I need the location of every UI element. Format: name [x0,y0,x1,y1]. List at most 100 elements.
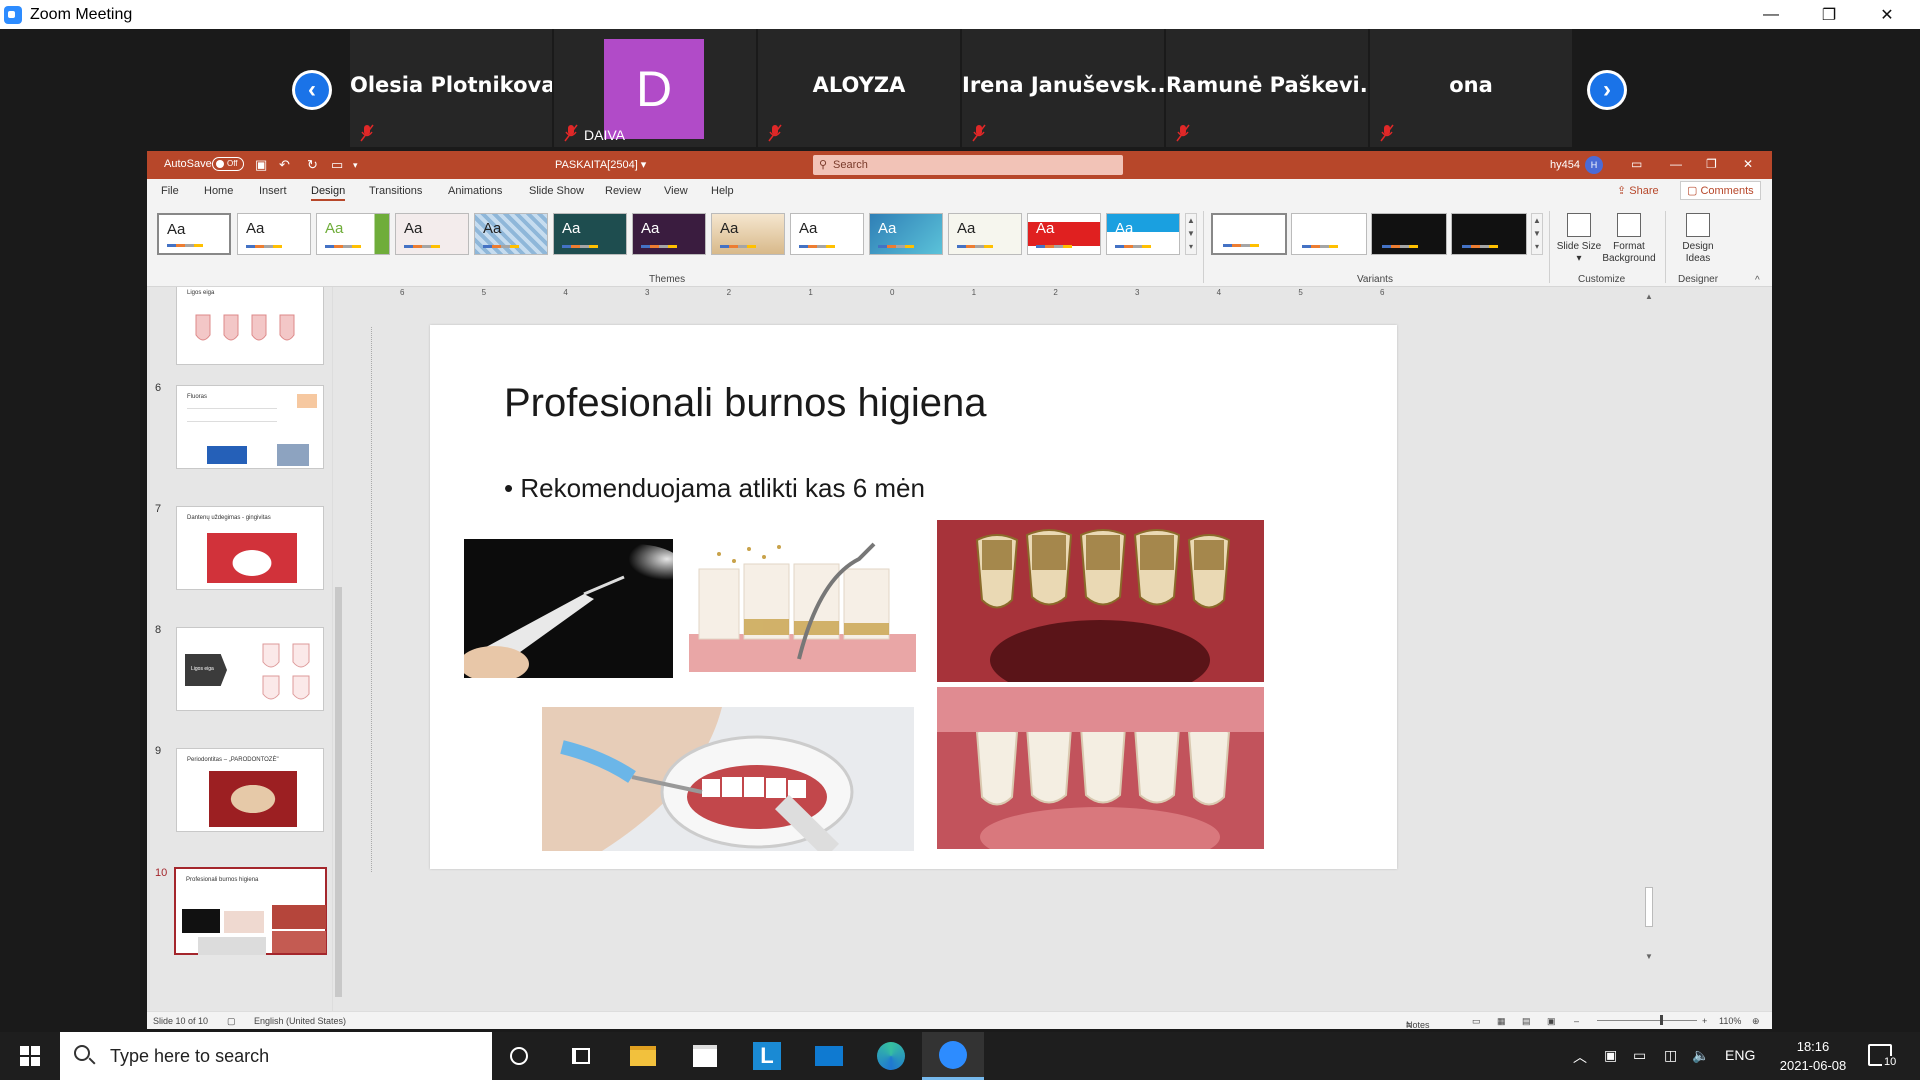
meet-now-icon[interactable]: ▣ [1604,1047,1617,1064]
theme-wood-type[interactable]: Aa [711,213,785,255]
theme-slice[interactable]: Aa [869,213,943,255]
previous-participants-button[interactable]: ‹ [292,70,332,110]
file-explorer-icon[interactable] [612,1032,674,1080]
tab-slide-show[interactable]: Slide Show [529,185,584,197]
participant-tile[interactable]: Irena Januševsk... [962,29,1164,147]
undo-icon[interactable]: ↶ [279,157,290,173]
save-icon[interactable]: ▣ [255,157,267,173]
themes-scroll[interactable]: ▲ ▼ ▾ [1185,213,1197,255]
fit-slide-icon[interactable]: ⊕ [1752,1016,1760,1027]
thumbnail-scrollbar[interactable] [332,287,344,1011]
variant-3[interactable] [1371,213,1447,255]
slide-thumbnail[interactable]: Fluoras [176,385,324,469]
zoom-out-icon[interactable]: – [1574,1016,1579,1026]
photo-teeth-after[interactable] [937,687,1264,849]
zoom-level[interactable]: 110% [1719,1016,1741,1026]
autosave-toggle[interactable]: Off [212,157,244,171]
slide-sorter-icon[interactable]: ▦ [1497,1016,1506,1027]
comments-button[interactable]: ▢ Comments [1680,181,1761,200]
scroll-down-icon[interactable]: ▼ [1645,952,1653,961]
tab-help[interactable]: Help [711,185,734,197]
variant-4[interactable] [1451,213,1527,255]
tab-view[interactable]: View [664,185,688,197]
theme-office-2[interactable]: Aa [237,213,311,255]
slide-thumbnail[interactable]: Ligos eiga [176,627,324,711]
present-icon[interactable]: ▭ [331,157,343,173]
slideshow-icon[interactable]: ▣ [1547,1016,1556,1027]
editor-scrollbar[interactable]: ▲ ▼ [1642,287,1656,1011]
store-icon[interactable] [674,1032,736,1080]
battery-icon[interactable]: ▭ [1633,1047,1646,1064]
theme-integral[interactable]: Aa [395,213,469,255]
start-button[interactable] [0,1032,60,1080]
volume-icon[interactable]: 🔈 [1692,1047,1709,1064]
close-icon[interactable]: ✕ [1743,157,1753,171]
document-name[interactable]: PASKAITA[2504] ▾ [555,158,646,171]
scroll-up-icon[interactable]: ▲ [1645,292,1653,301]
theme-vapor[interactable]: Aa [948,213,1022,255]
tab-transitions[interactable]: Transitions [369,185,422,197]
notification-center-icon[interactable]: 10 [1868,1044,1899,1068]
variant-1[interactable] [1211,213,1287,255]
tab-review[interactable]: Review [605,185,641,197]
theme-retrospect[interactable]: Aa [790,213,864,255]
collapse-ribbon-icon[interactable]: ^ [1755,275,1760,286]
participant-tile[interactable]: ALOYZA [758,29,960,147]
theme-office[interactable]: Aa [157,213,231,255]
reading-view-icon[interactable]: ▤ [1522,1016,1531,1027]
participant-tile[interactable]: D DAIVA [554,29,756,147]
tab-design[interactable]: Design [311,185,346,201]
share-button[interactable]: ⇪ Share [1617,184,1659,197]
zoom-taskbar-icon[interactable] [922,1032,984,1080]
normal-view-icon[interactable]: ▭ [1472,1016,1481,1027]
user-name[interactable]: hy454 [1550,159,1580,171]
task-view-icon[interactable] [550,1032,612,1080]
customize-qat-icon[interactable]: ▾ [353,160,358,171]
theme-organic[interactable]: Aa [632,213,706,255]
photo-plaque-illustration[interactable] [689,539,916,672]
language-status[interactable]: English (United States) [254,1016,346,1026]
restore-button[interactable]: ❐ [1800,0,1858,29]
user-avatar[interactable]: H [1585,156,1603,174]
cortana-icon[interactable] [488,1032,550,1080]
search-box[interactable]: ⚲ Search [813,155,1123,175]
design-ideas-button[interactable]: Design Ideas [1673,213,1723,265]
photo-ultrasonic-scaler[interactable] [464,539,673,678]
theme-badge[interactable]: Aa [1027,213,1101,255]
slide-thumbnail[interactable]: Periodontitas – „PARODONTOZĖ" [176,748,324,832]
zoom-slider-handle[interactable] [1660,1015,1663,1025]
ribbon-display-icon[interactable]: ▭ [1631,157,1642,171]
theme-ion[interactable]: Aa [553,213,627,255]
photo-dental-cleaning[interactable] [542,707,914,851]
slide-thumbnail[interactable]: Dantenų uždegimas - gingivitas [176,506,324,590]
theme-dividend[interactable]: Aa [1106,213,1180,255]
theme-ion-boardroom[interactable]: Aa [474,213,548,255]
close-button[interactable]: ✕ [1858,0,1916,29]
photo-tartar-before[interactable] [937,520,1264,682]
tab-home[interactable]: Home [204,185,233,197]
next-participants-button[interactable]: › [1587,70,1627,110]
theme-facet[interactable]: Aa [316,213,390,255]
slide-canvas[interactable]: Profesionali burnos higiena • Rekomenduo… [430,325,1397,869]
taskbar-clock[interactable]: 18:16 2021-06-08 [1768,1037,1858,1075]
zoom-in-icon[interactable]: + [1702,1016,1707,1026]
minimize-icon[interactable]: — [1670,157,1682,171]
participant-tile[interactable]: ona [1370,29,1572,147]
app-l-icon[interactable]: L [736,1032,798,1080]
restore-icon[interactable]: ❐ [1706,157,1717,171]
network-icon[interactable]: ◫ [1664,1047,1677,1064]
redo-icon[interactable]: ↻ [307,157,318,173]
minimize-button[interactable]: — [1742,0,1800,29]
edge-icon[interactable] [860,1032,922,1080]
format-background-button[interactable]: Format Background [1597,213,1661,265]
zoom-slider[interactable] [1597,1020,1697,1021]
accessibility-icon[interactable]: ▢ [227,1016,236,1027]
tab-file[interactable]: File [161,185,179,197]
mail-icon[interactable] [798,1032,860,1080]
participant-tile[interactable]: Ramunė Paškevi... [1166,29,1368,147]
input-language[interactable]: ENG [1725,1047,1755,1063]
show-hidden-icons[interactable]: ︿ [1573,1047,1587,1067]
scrollbar-thumb[interactable] [335,587,342,997]
slide-thumbnail-selected[interactable]: Profesionali burnos higiena [174,867,327,955]
slide-bullet[interactable]: • Rekomenduojama atlikti kas 6 mėn [504,473,925,504]
